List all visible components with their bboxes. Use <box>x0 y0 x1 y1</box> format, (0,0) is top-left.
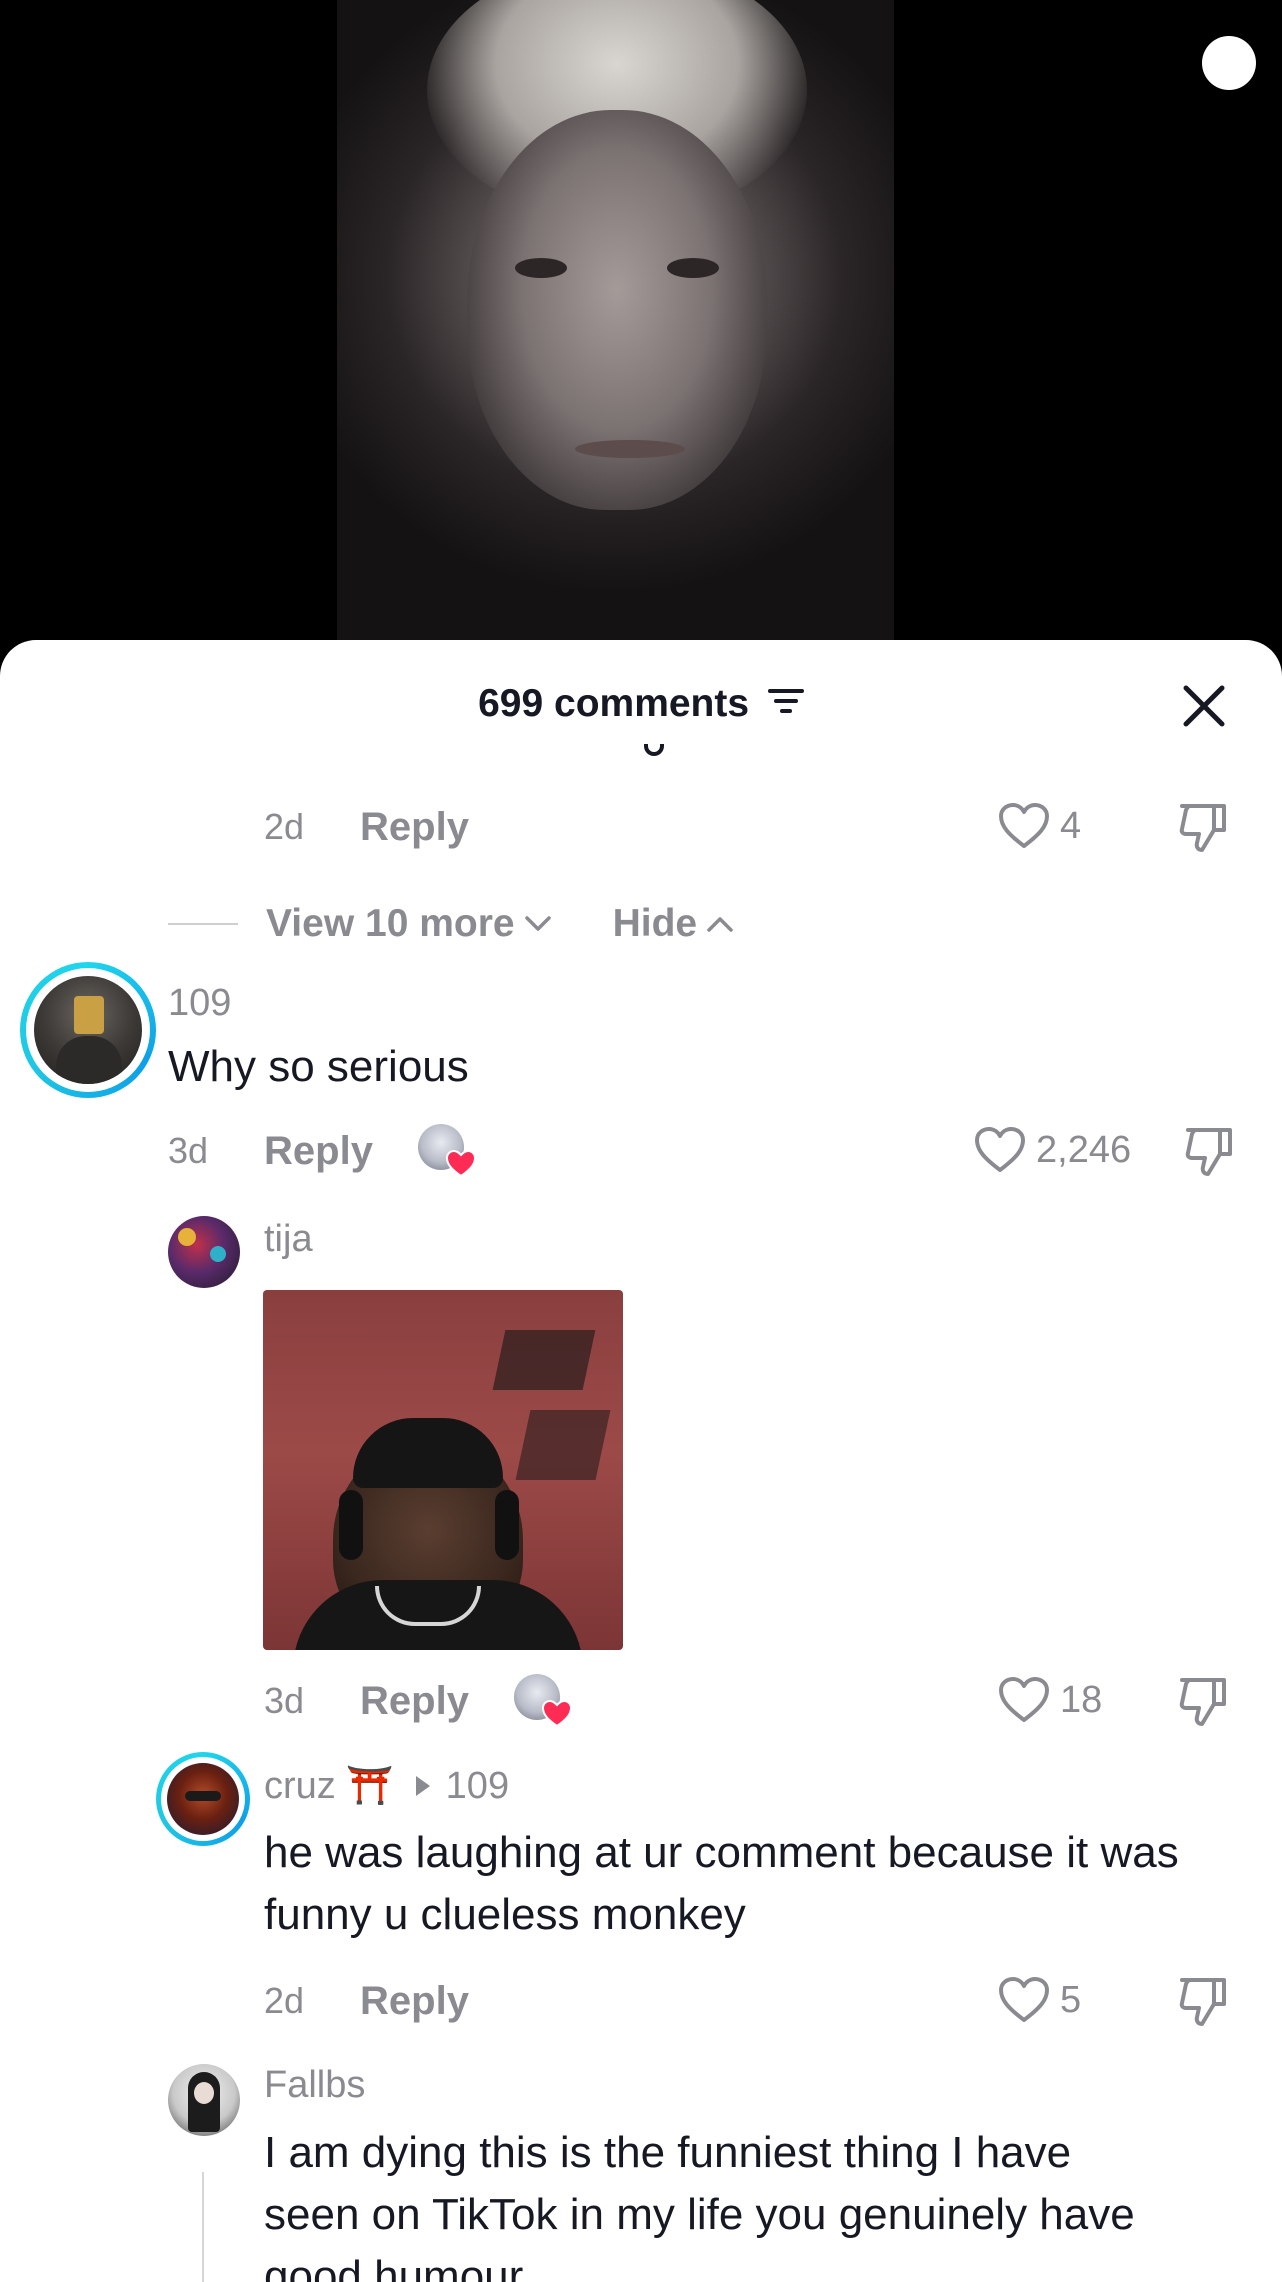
comments-panel: 699 comments 2d Reply 4 View 10 more Hid… <box>0 640 1282 2282</box>
comments-count-title[interactable]: 699 comments <box>0 682 1282 728</box>
comment-time: 2d <box>264 1980 305 2021</box>
video-frame <box>337 0 894 660</box>
like-button[interactable]: 4 <box>998 802 1081 850</box>
thumbs-down-icon[interactable] <box>1176 1974 1230 2033</box>
reply-button[interactable]: Reply <box>360 805 469 850</box>
screen-record-indicator[interactable] <box>1202 36 1256 90</box>
like-count: 2,246 <box>1036 1128 1132 1171</box>
avatar-tija[interactable] <box>168 1216 240 1288</box>
comment-text-line: seen on TikTok in my life you genuinely … <box>264 2190 1135 2239</box>
comments-count-label: 699 comments <box>478 682 750 725</box>
heart-filled-icon <box>542 1700 572 1728</box>
comment-username[interactable]: cruz ⛩️ <box>264 1764 394 1808</box>
thumbs-down-icon[interactable] <box>1182 1124 1236 1183</box>
reply-arrow-icon <box>415 1776 430 1796</box>
reply-button[interactable]: Reply <box>360 1979 469 2024</box>
comment-text-line: he was laughing at ur comment because it… <box>264 1828 1179 1877</box>
avatar-cruz[interactable] <box>156 1752 250 1846</box>
heart-icon <box>999 803 1049 848</box>
like-count: 4 <box>1060 804 1082 847</box>
reply-button[interactable]: Reply <box>360 1679 469 1724</box>
heart-icon <box>975 1127 1025 1172</box>
scrolled-text-fragment <box>644 744 674 758</box>
chevron-down-icon <box>524 916 551 931</box>
comment-text-line: good humour <box>264 2252 524 2282</box>
thumbs-down-icon[interactable] <box>1176 1674 1230 1733</box>
comment-text-line: I am dying this is the funniest thing I … <box>264 2128 1072 2177</box>
like-count: 5 <box>1060 1978 1082 2021</box>
comment-meta-row: 2d Reply <box>264 802 469 852</box>
view-more-replies-button[interactable]: View 10 more <box>266 902 553 946</box>
thread-connector-line <box>202 2172 204 2282</box>
comment-meta-row: 3d Reply <box>168 1126 373 1176</box>
comment-meta-row: 2d Reply <box>264 1976 469 2026</box>
reply-to-username[interactable]: 109 <box>446 1765 509 1808</box>
video-eye-left <box>515 258 567 278</box>
comment-meta-row: 3d Reply <box>264 1676 469 1726</box>
thumbs-down-icon[interactable] <box>1176 800 1230 859</box>
heart-icon <box>999 1977 1049 2022</box>
heart-icon <box>999 1677 1049 1722</box>
comment-username[interactable]: tija <box>264 1218 313 1261</box>
close-icon[interactable] <box>1178 680 1230 732</box>
like-button[interactable]: 2,246 <box>974 1126 1131 1174</box>
reply-header: cruz ⛩️ 109 <box>264 1764 509 1808</box>
like-button[interactable]: 5 <box>998 1976 1081 2024</box>
comments-header: 699 comments <box>0 640 1282 764</box>
comment-text: he was laughing at ur comment because it… <box>264 1822 1179 1946</box>
chevron-up-icon <box>707 917 733 932</box>
hide-replies-button[interactable]: Hide <box>613 902 736 946</box>
video-eye-right <box>667 258 719 278</box>
view-more-row: View 10 more Hide <box>168 902 735 946</box>
reply-gif-image[interactable] <box>263 1290 623 1650</box>
like-button[interactable]: 18 <box>998 1676 1102 1724</box>
creator-liked-badge <box>514 1674 572 1730</box>
comment-time: 3d <box>264 1680 305 1721</box>
comment-time: 2d <box>264 806 305 847</box>
reply-button[interactable]: Reply <box>264 1129 373 1174</box>
comment-username[interactable]: 109 <box>168 982 231 1025</box>
thread-connector-line <box>168 923 238 925</box>
view-more-label: View 10 more <box>266 902 515 945</box>
comment-time: 3d <box>168 1130 209 1171</box>
hide-label: Hide <box>612 902 698 945</box>
video-mouth <box>575 440 685 458</box>
video-player[interactable] <box>0 0 1282 660</box>
like-count: 18 <box>1060 1678 1103 1721</box>
avatar-109[interactable] <box>20 962 156 1098</box>
heart-filled-icon <box>446 1150 476 1178</box>
sort-filter-icon[interactable] <box>767 681 804 725</box>
comment-text: Why so serious <box>168 1042 469 1091</box>
comment-text: I am dying this is the funniest thing I … <box>264 2122 1135 2282</box>
avatar-fallbs[interactable] <box>168 2064 240 2136</box>
creator-liked-badge <box>418 1124 476 1180</box>
comment-text-line: funny u clueless monkey <box>264 1890 746 1939</box>
comment-username[interactable]: Fallbs <box>264 2064 365 2107</box>
